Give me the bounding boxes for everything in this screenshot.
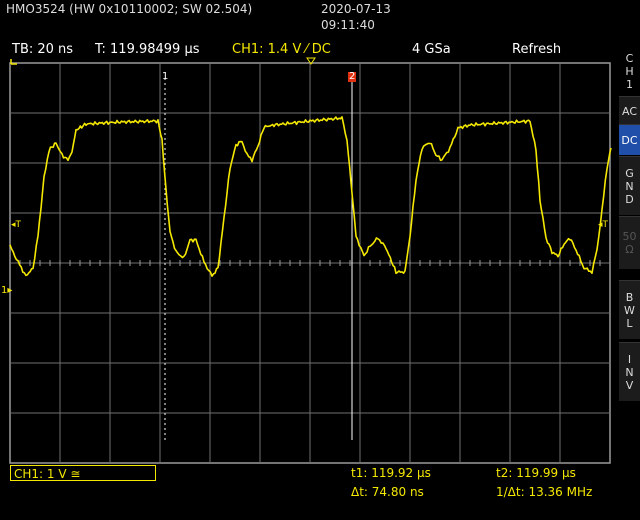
date-label: 2020-07-13	[321, 2, 391, 16]
sidebar-channel-title: CH1	[619, 48, 640, 94]
coupling-button-bwl[interactable]: BWL	[619, 280, 640, 339]
acquisition-mode-label[interactable]: Refresh	[512, 42, 561, 57]
coupling-button-label: V	[625, 378, 634, 392]
trigger-right-marker: ◂T	[598, 220, 609, 230]
ch1-scale-box[interactable]: CH1: 1 V ≅	[10, 465, 156, 481]
cursor1-label: 1	[162, 71, 169, 82]
coupling-button-inv[interactable]: INV	[619, 342, 640, 401]
scope-display[interactable]	[0, 0, 640, 520]
coupling-button-label: Ω	[625, 243, 634, 256]
coupling-button-dc[interactable]: DC	[619, 124, 640, 155]
coupling-button-gnd[interactable]: GND	[619, 156, 640, 215]
inverse-delta-t-readout: 1/Δt: 13.36 MHz	[496, 485, 593, 499]
coupling-button-label: W	[624, 303, 635, 317]
channel-setting-label[interactable]: CH1: 1.4 V ⁄ DC	[232, 42, 331, 57]
coupling-button-ac[interactable]: AC	[619, 96, 640, 125]
coupling-button-label: N	[625, 179, 634, 193]
grid-ticks	[9, 260, 611, 266]
coupling-button-label: DC	[621, 133, 638, 147]
coupling-button-label: 50	[622, 230, 637, 243]
t1-readout: t1: 119.92 µs	[351, 466, 431, 480]
coupling-button-50-ohm[interactable]: 50 Ω	[619, 216, 640, 269]
sidebar-channel-char: 1	[626, 77, 633, 91]
timebase-label[interactable]: TB: 20 ns	[12, 42, 73, 57]
ch1-level-marker: 1▸	[1, 285, 12, 296]
top-left-marker	[10, 59, 17, 65]
trigger-time-label[interactable]: T: 119.98499 µs	[95, 42, 200, 57]
time-label: 09:11:40	[321, 18, 375, 32]
coupling-button-label: AC	[621, 104, 637, 118]
ch1-level-arrow-icon: ▸	[7, 285, 13, 296]
coupling-button-label: I	[627, 352, 632, 366]
t2-readout: t2: 119.99 µs	[496, 466, 576, 480]
coupling-button-label: D	[625, 192, 634, 206]
coupling-button-label: G	[625, 166, 634, 180]
sidebar-channel-char: C	[625, 51, 634, 65]
sidebar-channel-char: H	[625, 64, 634, 78]
device-info: HMO3524 (HW 0x10110002; SW 02.504)	[6, 2, 253, 16]
trigger-left-marker: ◂T	[11, 220, 22, 230]
coupling-button-label: N	[625, 365, 634, 379]
cursor2-label: 2	[349, 71, 356, 82]
coupling-button-label: L	[626, 316, 633, 330]
delta-t-readout: Δt: 74.80 ns	[351, 485, 424, 499]
sample-rate-label[interactable]: 4 GSa	[412, 42, 451, 57]
coupling-button-label: B	[625, 290, 634, 304]
